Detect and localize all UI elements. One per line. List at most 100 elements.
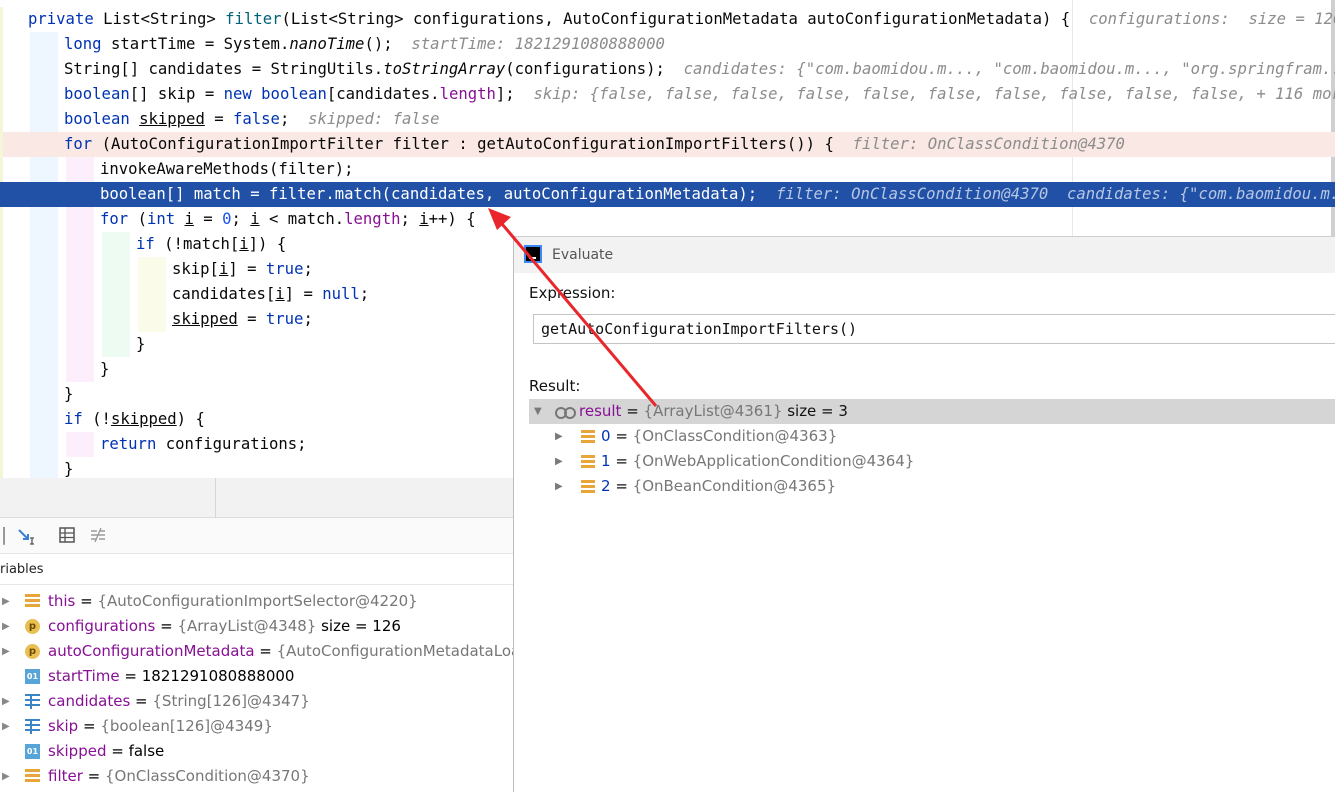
variable-row[interactable]: ▶ candidates = {String[126]@4347} bbox=[0, 689, 513, 714]
code-token: length bbox=[344, 210, 401, 228]
expand-arrow-icon[interactable]: ▶ bbox=[555, 474, 563, 499]
expression-input[interactable]: getAutoConfigurationImportFilters() bbox=[533, 314, 1335, 344]
field-icon bbox=[25, 769, 40, 784]
code-line-selected[interactable]: boolean[] match = filter.match(candidate… bbox=[0, 182, 1335, 207]
code-token: (AutoConfigurationImportFilter filter : … bbox=[101, 135, 853, 153]
result-child-node[interactable]: ▶ 2 = {OnBeanCondition@4365} bbox=[529, 474, 1335, 499]
field-icon bbox=[581, 430, 595, 443]
code-line[interactable]: boolean[] skip = new boolean[candidates.… bbox=[0, 82, 1335, 107]
gutter-marker bbox=[0, 407, 3, 432]
code-token: i bbox=[218, 260, 229, 278]
code-token: (); bbox=[364, 35, 412, 53]
code-text: return configurations; bbox=[100, 432, 307, 457]
gutter-marker bbox=[0, 257, 3, 282]
code-token: [] skip = bbox=[129, 85, 224, 103]
variable-row[interactable]: ▶ skip = {boolean[126]@4349} bbox=[0, 714, 513, 739]
child-index: 0 bbox=[601, 427, 611, 445]
parameter-icon: p bbox=[25, 619, 40, 634]
expand-arrow-icon[interactable]: ▶ bbox=[2, 764, 10, 789]
code-text: boolean skipped = false; skipped: false bbox=[64, 107, 440, 132]
child-index: 2 bbox=[601, 477, 611, 495]
code-line[interactable]: for (int i = 0; i < match.length; i++) { bbox=[0, 207, 1335, 232]
code-line-execution-point[interactable]: for (AutoConfigurationImportFilter filte… bbox=[0, 132, 1335, 157]
gutter-marker bbox=[0, 382, 3, 407]
code-text: skipped = true; bbox=[172, 307, 313, 332]
expand-arrow-icon[interactable]: ▶ bbox=[2, 689, 10, 714]
expand-arrow-icon[interactable]: ▶ bbox=[2, 714, 10, 739]
child-ref: {OnBeanCondition@4365} bbox=[632, 477, 837, 495]
result-root-node[interactable]: ▼ result = {ArrayList@4361} size = 3 bbox=[529, 399, 1335, 424]
variable-row[interactable]: 01 startTime = 1821291080888000 bbox=[0, 664, 513, 689]
evaluate-expression-icon[interactable] bbox=[57, 526, 77, 546]
code-token: [] match = filter.match(candidates, auto… bbox=[165, 185, 776, 203]
code-token: skipped bbox=[172, 310, 238, 328]
code-token: ( bbox=[137, 210, 147, 228]
gutter-marker bbox=[0, 82, 3, 107]
dialog-title-bar[interactable]: Evaluate bbox=[514, 237, 1335, 273]
variables-header: riables bbox=[0, 555, 513, 585]
code-text: if (!match[i]) { bbox=[136, 232, 286, 257]
code-token: ; bbox=[303, 310, 313, 328]
code-token: i bbox=[250, 210, 260, 228]
code-token: ; bbox=[279, 110, 309, 128]
code-line[interactable]: String[] candidates = StringUtils.toStri… bbox=[0, 57, 1335, 82]
variable-name: autoConfigurationMetadata bbox=[48, 642, 255, 660]
variable-row[interactable]: 01 skipped = false bbox=[0, 739, 513, 764]
collapse-arrow-icon[interactable]: ▼ bbox=[534, 399, 542, 424]
trace-icon[interactable] bbox=[88, 526, 108, 546]
tab-separator bbox=[215, 478, 216, 518]
code-text: candidates[i] = null; bbox=[172, 282, 369, 307]
expand-arrow-icon[interactable]: ▶ bbox=[2, 589, 10, 614]
variable-ref: {OnClassCondition@4370} bbox=[105, 767, 310, 785]
inline-debug-value: configurations: size = 126 aut bbox=[1088, 10, 1335, 28]
result-ref: {ArrayList@4361} bbox=[643, 402, 783, 420]
code-token: ]; bbox=[495, 85, 534, 103]
code-line[interactable]: invokeAwareMethods(filter); bbox=[0, 157, 1335, 182]
variable-row[interactable]: ▶ p configurations = {ArrayList@4348} size… bbox=[0, 614, 513, 639]
code-text: } bbox=[64, 457, 73, 478]
code-line[interactable]: boolean skipped = false; skipped: false bbox=[0, 107, 1335, 132]
code-token: toStringArray bbox=[383, 60, 506, 78]
result-child-node[interactable]: ▶ 1 = {OnWebApplicationCondition@4364} bbox=[529, 449, 1335, 474]
code-token: boolean bbox=[64, 85, 130, 103]
variable-name: this bbox=[48, 592, 76, 610]
code-line[interactable]: long startTime = System.nanoTime(); star… bbox=[0, 32, 1335, 57]
gutter-marker bbox=[0, 207, 3, 232]
code-token: nanoTime bbox=[289, 35, 365, 53]
inline-debug-value: startTime: 1821291080888000 bbox=[411, 35, 665, 53]
code-token: ; bbox=[231, 210, 251, 228]
gutter-marker bbox=[0, 432, 3, 457]
run-to-cursor-icon[interactable] bbox=[16, 526, 36, 546]
child-ref: {OnWebApplicationCondition@4364} bbox=[632, 452, 915, 470]
variable-row[interactable]: ▶ p autoConfigurationMetadata = {AutoConfi… bbox=[0, 639, 513, 664]
code-token: < match. bbox=[259, 210, 345, 228]
expand-arrow-icon[interactable]: ▶ bbox=[2, 614, 10, 639]
dialog-title: Evaluate bbox=[552, 247, 614, 263]
code-token: skipped bbox=[139, 110, 205, 128]
equals-sign: = bbox=[130, 692, 153, 710]
code-token: if bbox=[64, 410, 93, 428]
equals-sign: = bbox=[78, 717, 101, 735]
variable-name: startTime bbox=[48, 667, 120, 685]
code-token: } bbox=[64, 385, 74, 403]
expand-arrow-icon[interactable]: ▶ bbox=[555, 424, 563, 449]
result-size: size = 3 bbox=[782, 402, 848, 420]
step-icon[interactable]: │ bbox=[0, 526, 14, 546]
code-text: } bbox=[100, 357, 109, 382]
expand-arrow-icon[interactable]: ▶ bbox=[2, 639, 10, 664]
equals-sign: = bbox=[610, 452, 633, 470]
equals-sign: = bbox=[75, 592, 98, 610]
variable-row[interactable]: ▶ this = {AutoConfigurationImportSelector… bbox=[0, 589, 513, 614]
result-child-node[interactable]: ▶ 0 = {OnClassCondition@4363} bbox=[529, 424, 1335, 449]
code-line[interactable]: private List<String> filter(List<String>… bbox=[0, 7, 1335, 32]
code-token: ; bbox=[303, 260, 313, 278]
code-text: for (int i = 0; i < match.length; i++) { bbox=[100, 207, 476, 232]
code-token: for bbox=[100, 210, 138, 228]
variable-name: candidates bbox=[48, 692, 131, 710]
variable-row[interactable]: ▶ filter = {OnClassCondition@4370} bbox=[0, 764, 513, 789]
gutter-marker bbox=[0, 457, 3, 478]
field-icon bbox=[25, 594, 40, 609]
code-token: = bbox=[237, 310, 266, 328]
code-token: String[] candidates = StringUtils. bbox=[64, 60, 384, 78]
expand-arrow-icon[interactable]: ▶ bbox=[555, 449, 563, 474]
